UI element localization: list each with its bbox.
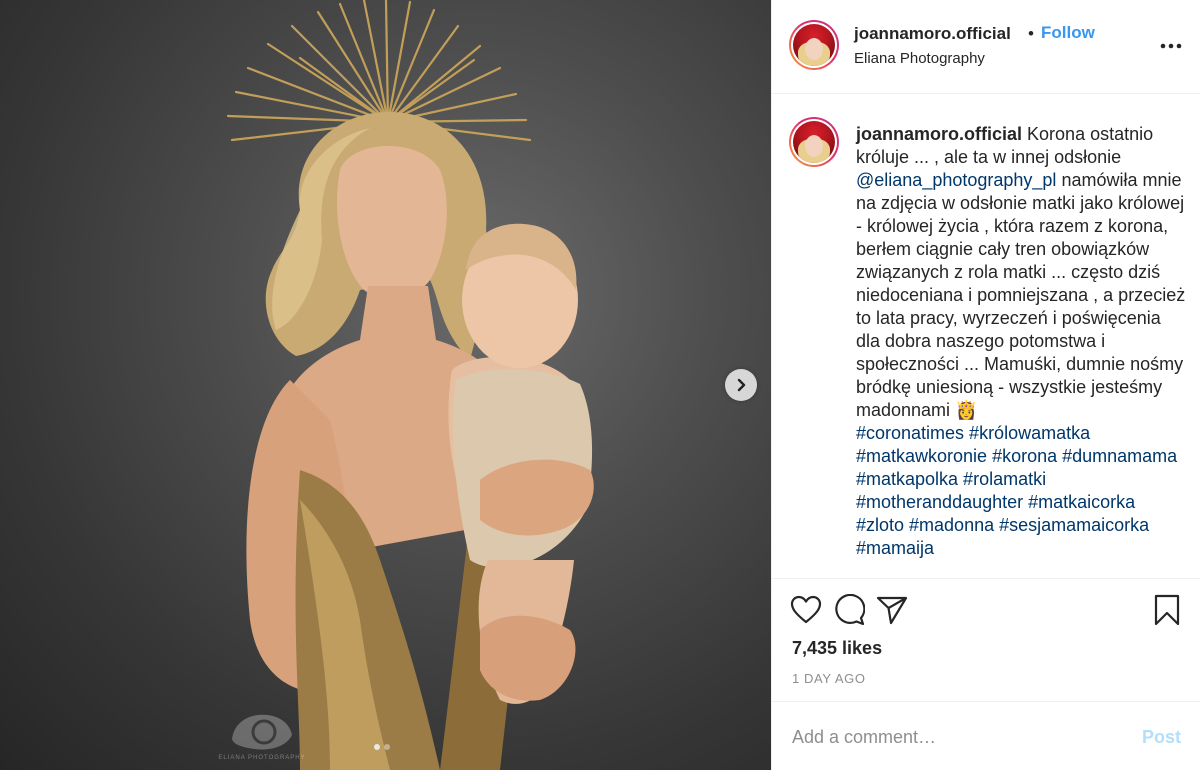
author-username[interactable]: joannamoro.official (854, 24, 1011, 44)
more-options-icon (1160, 43, 1182, 49)
caption-body-2: namówiła mnie na zdjęcia w odsłonie matk… (856, 170, 1191, 420)
save-button[interactable] (1150, 593, 1184, 627)
caption-section: joannamoro.official Korona ostatnio król… (772, 95, 1200, 577)
post-photo[interactable]: ELIANA PHOTOGRAPHY (0, 0, 771, 770)
carousel-dot-1 (374, 744, 380, 750)
comment-bubble-icon (835, 594, 865, 626)
like-button[interactable] (789, 593, 823, 627)
photo-scene (226, 0, 594, 770)
heart-icon (790, 595, 822, 624)
paper-plane-icon (876, 596, 908, 625)
comment-button[interactable] (832, 593, 866, 627)
watermark-text: ELIANA PHOTOGRAPHY (218, 755, 306, 761)
comment-input[interactable] (792, 724, 1112, 750)
next-photo-button[interactable] (725, 369, 757, 401)
caption-username[interactable]: joannamoro.official (856, 124, 1022, 144)
likes-count[interactable]: 7,435 likes (792, 638, 882, 659)
caption-text: joannamoro.official Korona ostatnio król… (856, 123, 1186, 560)
caption-avatar[interactable] (789, 117, 839, 167)
header-separator: • (1028, 24, 1034, 43)
bookmark-icon (1154, 594, 1180, 626)
caption-mention[interactable]: @eliana_photography_pl (856, 170, 1056, 190)
camera-logo-icon (232, 714, 292, 750)
post-timestamp[interactable]: 1 DAY AGO (792, 671, 866, 686)
photographer-watermark: ELIANA PHOTOGRAPHY (212, 705, 312, 765)
carousel-dot-2 (384, 744, 390, 750)
more-options-button[interactable] (1159, 34, 1183, 58)
post-comment-button[interactable]: Post (1142, 727, 1181, 748)
share-button[interactable] (875, 593, 909, 627)
post-header: joannamoro.official • Follow Eliana Phot… (772, 0, 1200, 94)
post-location[interactable]: Eliana Photography (854, 50, 985, 67)
carousel-indicator (374, 744, 390, 750)
action-bar: 7,435 likes 1 DAY AGO (772, 578, 1200, 700)
instagram-post-modal: ELIANA PHOTOGRAPHY joannamoro.official •… (0, 0, 1200, 770)
comment-bar: Post (772, 701, 1200, 770)
chevron-right-icon (737, 378, 746, 392)
author-avatar[interactable] (789, 20, 839, 70)
post-side-panel: joannamoro.official • Follow Eliana Phot… (771, 0, 1200, 770)
caption-hashtags[interactable]: #coronatimes #królowamatka #matkawkoroni… (856, 423, 1182, 558)
follow-button[interactable]: Follow (1041, 23, 1095, 43)
